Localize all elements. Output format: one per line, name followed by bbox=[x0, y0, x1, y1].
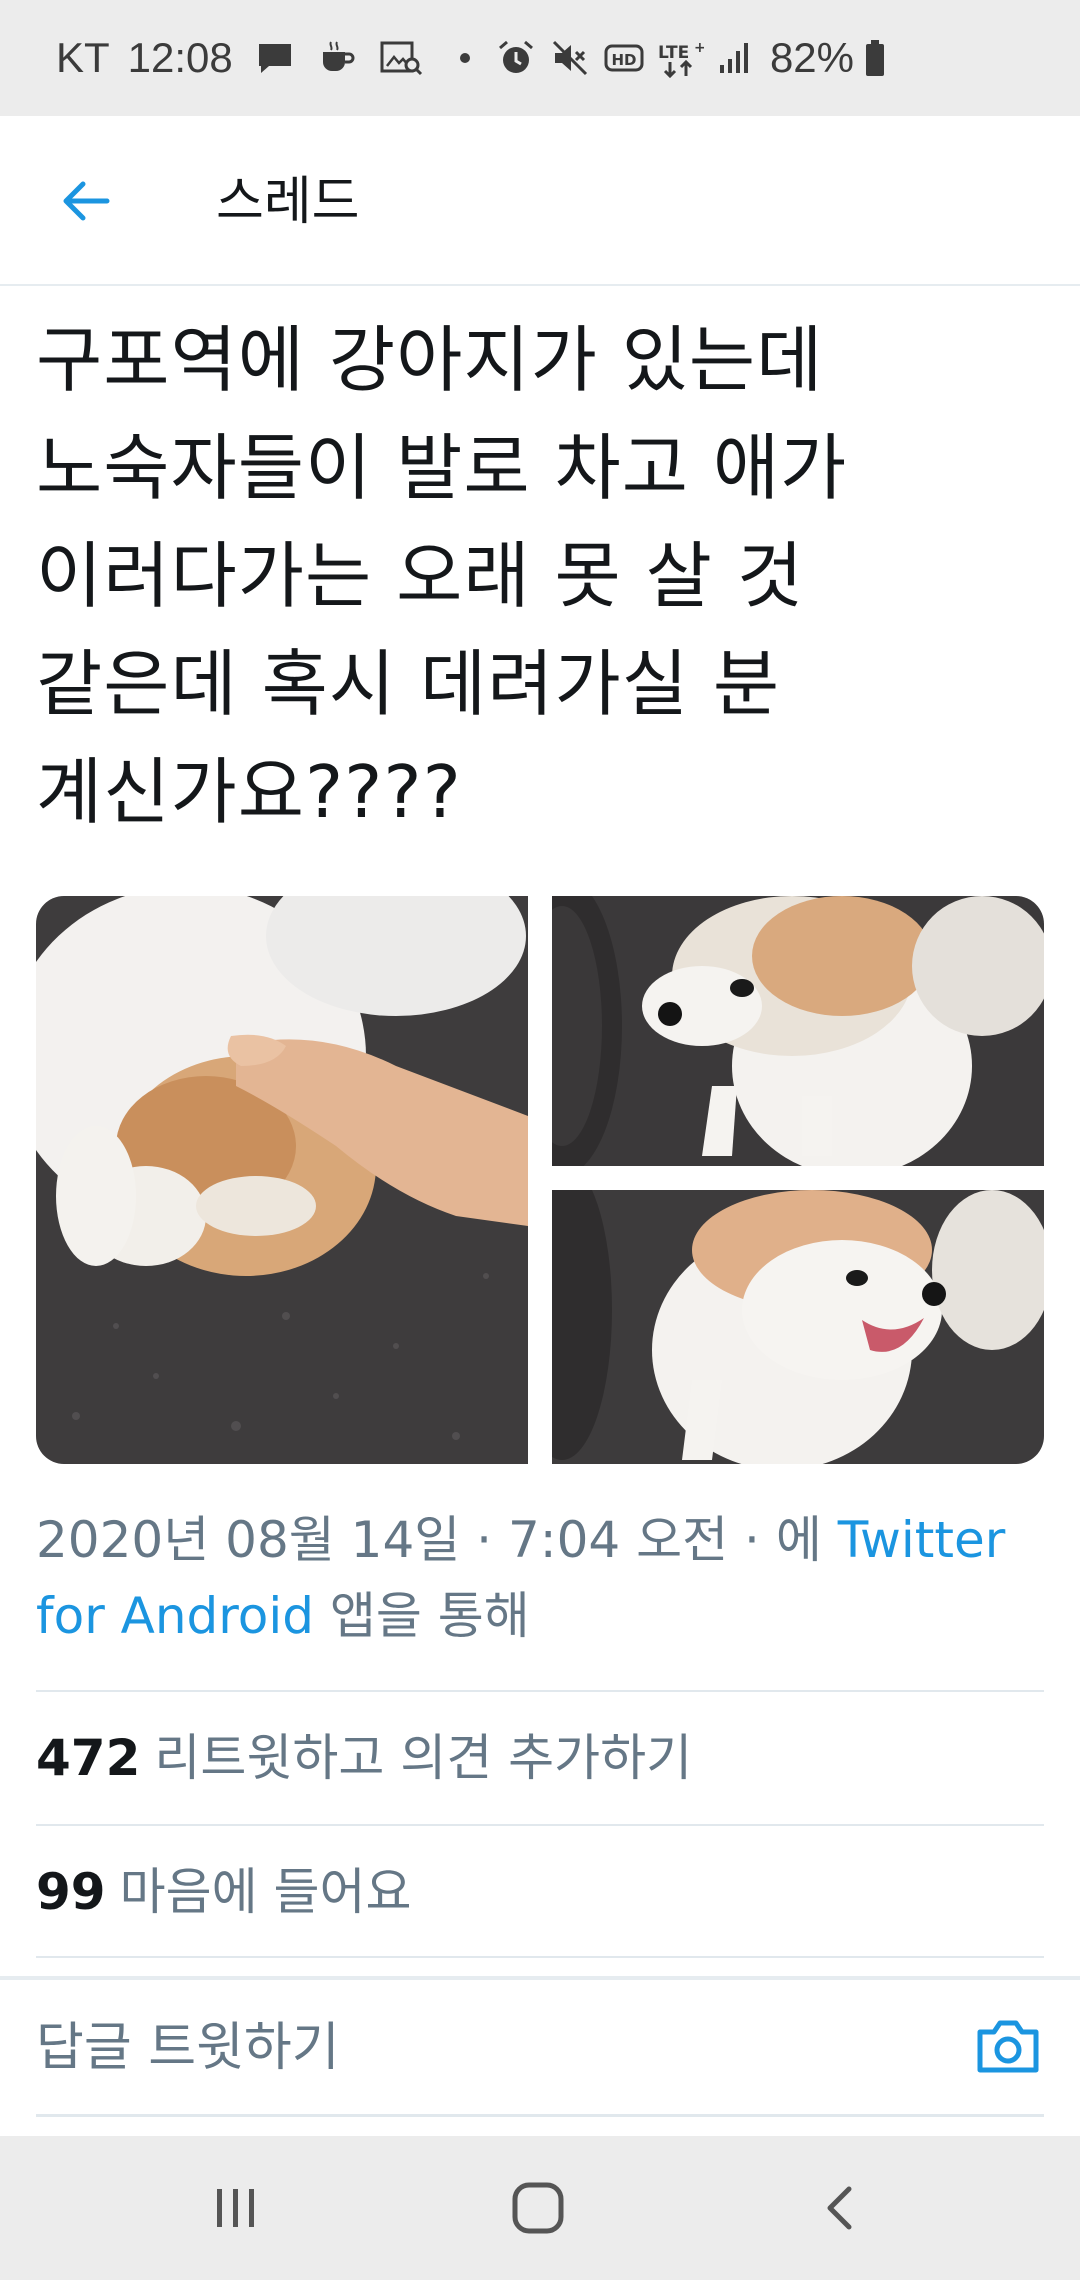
nav-back-button[interactable] bbox=[800, 2178, 880, 2238]
svg-text:LTE: LTE bbox=[658, 43, 689, 63]
coffee-icon bbox=[317, 38, 357, 78]
system-nav-bar bbox=[0, 2136, 1080, 2280]
tweet-timestamp: 2020년 08월 14일 · 7:04 오전 · 에 bbox=[36, 1511, 838, 1569]
divider bbox=[36, 1824, 1044, 1826]
thread-header: 스레드 bbox=[0, 116, 1080, 286]
status-bar: KT 12:08 HD LTE + 82% bbox=[0, 0, 1080, 116]
reply-input[interactable]: 답글 트윗하기 bbox=[36, 2016, 340, 2080]
svg-text:+: + bbox=[694, 40, 704, 56]
lte-plus-icon: LTE + bbox=[658, 38, 704, 78]
arrow-left-icon bbox=[63, 181, 110, 221]
tweet-media-grid bbox=[36, 896, 1044, 1464]
recent-apps-button[interactable] bbox=[196, 2178, 276, 2238]
mute-icon bbox=[550, 38, 590, 78]
photo-dog-mouth-open[interactable] bbox=[552, 1190, 1044, 1464]
page-title: 스레드 bbox=[216, 172, 360, 232]
likes-count: 99 bbox=[36, 1863, 106, 1921]
camera-icon bbox=[977, 2020, 1039, 2073]
client-suffix: 앱을 통해 bbox=[313, 1587, 530, 1645]
battery-icon bbox=[864, 38, 886, 78]
dot-icon bbox=[459, 52, 471, 64]
tweet-meta: 2020년 08월 14일 · 7:04 오전 · 에 Twitter for … bbox=[36, 1502, 1046, 1654]
chat-bubble-icon bbox=[255, 38, 295, 78]
likes-stat[interactable]: 99 마음에 들어요 bbox=[36, 1862, 412, 1922]
hd-icon: HD bbox=[604, 42, 644, 74]
reply-bar: 답글 트윗하기 bbox=[0, 1980, 1080, 2116]
home-button[interactable] bbox=[498, 2178, 578, 2238]
clock: 12:08 bbox=[127, 34, 233, 81]
retweets-count: 472 bbox=[36, 1729, 141, 1787]
image-search-icon bbox=[379, 38, 423, 78]
svg-text:HD: HD bbox=[611, 51, 636, 69]
photo-dog-looking-left[interactable] bbox=[552, 896, 1044, 1166]
carrier-label: KT bbox=[56, 34, 110, 81]
recent-apps-icon bbox=[217, 2189, 254, 2227]
home-icon bbox=[512, 2182, 564, 2234]
battery-percent: 82% bbox=[769, 34, 854, 81]
signal-icon bbox=[718, 41, 752, 75]
camera-button[interactable] bbox=[972, 2014, 1044, 2078]
photo-dog-being-petted[interactable] bbox=[36, 896, 528, 1464]
reply-underline bbox=[36, 2114, 1044, 2117]
divider bbox=[36, 1690, 1044, 1692]
likes-label: 마음에 들어요 bbox=[119, 1863, 412, 1921]
tweet-text: 구포역에 강아지가 있는데 노숙자들이 발로 차고 애가 이러다가는 오래 못 … bbox=[36, 318, 848, 834]
retweets-label: 리트윗하고 의견 추가하기 bbox=[154, 1729, 693, 1787]
retweets-stat[interactable]: 472 리트윗하고 의견 추가하기 bbox=[36, 1728, 692, 1788]
alarm-icon bbox=[496, 38, 536, 78]
divider bbox=[36, 1956, 1044, 1958]
back-button[interactable] bbox=[50, 166, 120, 236]
back-icon bbox=[827, 2186, 852, 2230]
